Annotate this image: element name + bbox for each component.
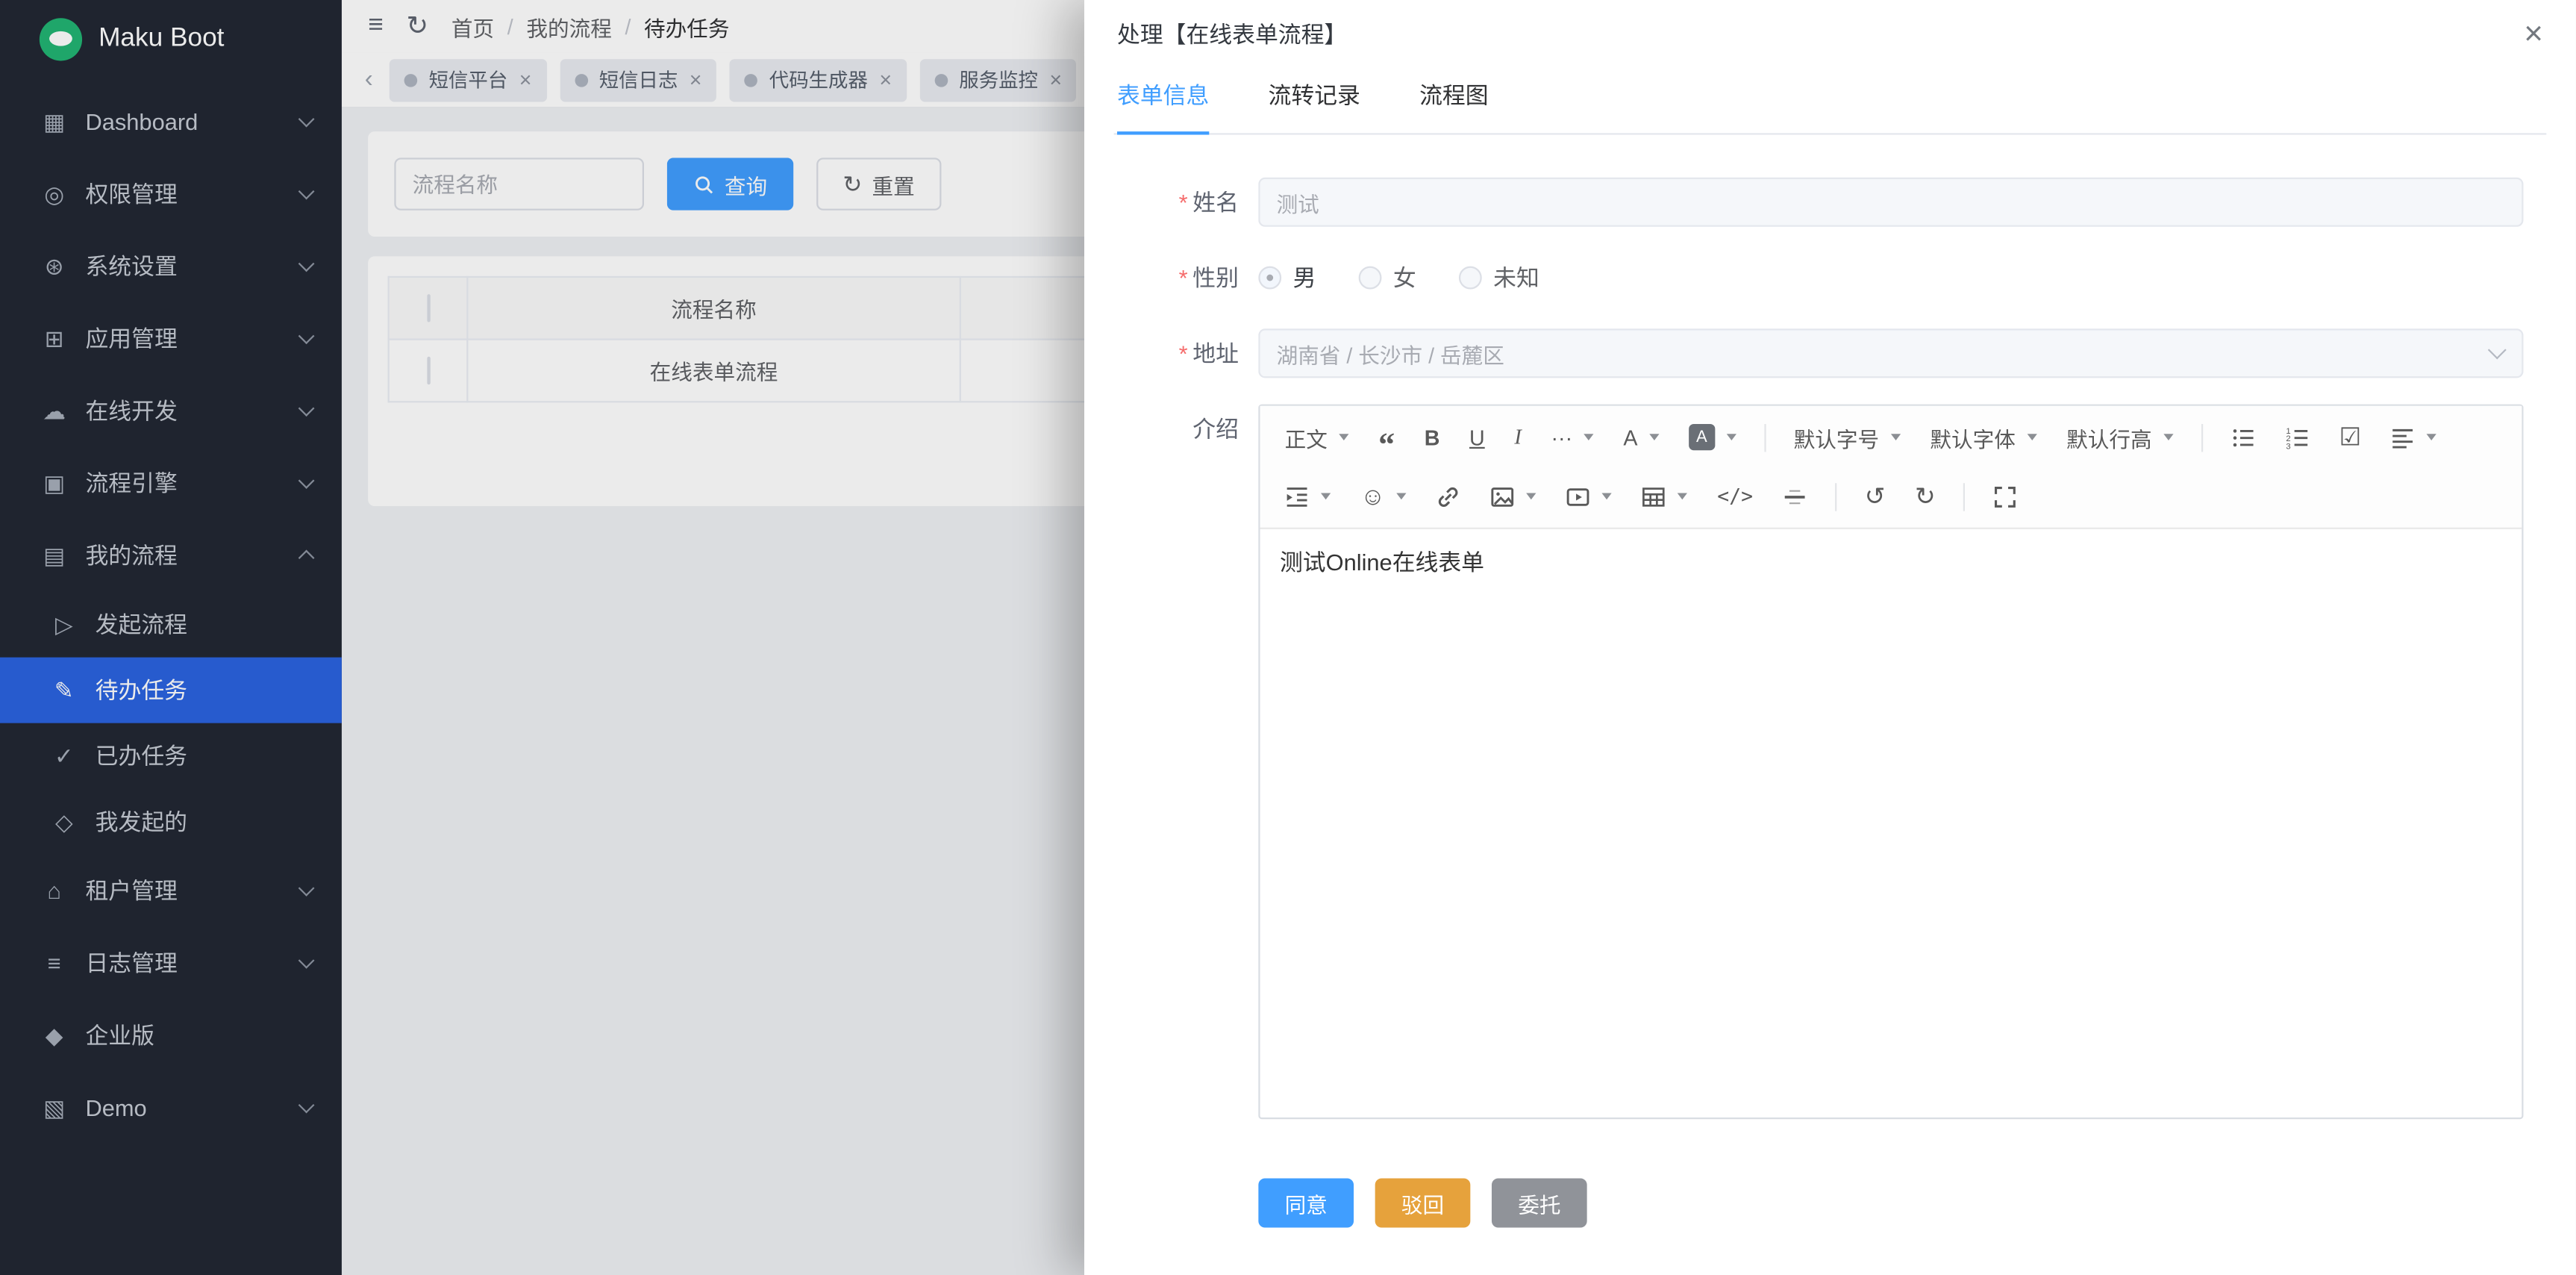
editor-toolbar-row-1: 正文 “ B U I ··· A (1270, 408, 2512, 467)
chevron-down-icon (1602, 493, 1612, 499)
required-asterisk: * (1179, 264, 1188, 290)
drawer-title: 处理【在线表单流程】 (1117, 18, 1347, 51)
radio-label: 女 (1393, 261, 1416, 294)
approve-button[interactable]: 同意 (1258, 1178, 1354, 1227)
address-value: 湖南省 / 长沙市 / 岳麓区 (1258, 328, 2523, 378)
intro-label: 介绍 (1084, 405, 1258, 1120)
font-color-select[interactable]: A (1612, 416, 1671, 458)
chevron-down-icon (1891, 434, 1901, 440)
ordered-list-button[interactable]: 1 2 3 (2274, 416, 2322, 458)
horizontal-rule-icon (1783, 484, 1807, 508)
form-row-gender: *性别 男 女 未知 (1084, 253, 2550, 302)
radio-label: 男 (1293, 261, 1316, 294)
required-asterisk: * (1179, 189, 1188, 215)
video-select[interactable] (1554, 475, 1623, 517)
tab-flow-records[interactable]: 流转记录 (1269, 79, 1360, 134)
toolbar-divider (1764, 423, 1766, 451)
name-field[interactable] (1258, 178, 2523, 227)
rich-text-editor: 正文 “ B U I ··· A (1258, 405, 2523, 1120)
align-icon (2391, 425, 2416, 449)
form-row-address: *地址 湖南省 / 长沙市 / 岳麓区 (1084, 328, 2550, 378)
reject-button[interactable]: 驳回 (1375, 1178, 1471, 1227)
chevron-down-icon (1649, 434, 1659, 440)
chevron-down-icon (2163, 434, 2173, 440)
radio-checked-icon (1258, 266, 1281, 290)
app-window: Maku Boot ▦ Dashboard ◎ 权限管理 ⊛ 系统设置 ⊞ 应用… (0, 0, 2576, 1275)
table-select[interactable] (1631, 475, 1699, 517)
drawer-actions: 同意 驳回 委托 (1084, 1145, 2550, 1227)
blockquote-icon[interactable]: “ (1367, 416, 1407, 458)
task-handle-drawer: 处理【在线表单流程】 × 表单信息 流转记录 流程图 *姓名 *性别 (1084, 0, 2576, 1275)
font-size-select[interactable]: 默认字号 (1782, 416, 1912, 458)
svg-text:3: 3 (2286, 441, 2290, 449)
chevron-down-icon (1339, 434, 1348, 440)
chevron-down-icon (1527, 493, 1536, 499)
required-asterisk: * (1179, 340, 1188, 367)
todo-list-button[interactable]: ☑ (2328, 416, 2372, 458)
font-family-select[interactable]: 默认字体 (1919, 416, 2048, 458)
bullet-list-button[interactable] (2219, 416, 2267, 458)
image-select[interactable] (1479, 475, 1548, 517)
indent-select[interactable] (1273, 475, 1342, 517)
editor-toolbar-row-2: ☺ (1270, 467, 2512, 526)
divider-button[interactable] (1771, 475, 1819, 517)
fullscreen-button[interactable] (1981, 475, 2029, 517)
underline-button[interactable]: U (1458, 416, 1496, 458)
drawer-header: 处理【在线表单流程】 × (1084, 0, 2576, 69)
gender-radio-group: 男 女 未知 (1258, 253, 2523, 302)
delegate-button[interactable]: 委托 (1492, 1178, 1587, 1227)
indent-icon (1285, 484, 1310, 508)
gender-label: *性别 (1084, 253, 1258, 302)
address-label: *地址 (1084, 328, 1258, 378)
chevron-down-icon (1321, 493, 1331, 499)
radio-icon (1359, 266, 1382, 290)
chevron-down-icon (2427, 434, 2436, 440)
toolbar-divider (1835, 482, 1836, 510)
style-select[interactable]: 正文 (1273, 416, 1360, 458)
chevron-down-icon (2027, 434, 2036, 440)
form-row-name: *姓名 (1084, 178, 2550, 227)
video-icon (1566, 484, 1591, 508)
gender-radio-male[interactable]: 男 (1258, 261, 1316, 294)
gender-radio-unknown[interactable]: 未知 (1459, 261, 1539, 294)
chevron-down-icon (1726, 434, 1736, 440)
ordered-list-icon: 1 2 3 (2285, 425, 2310, 449)
line-height-select[interactable]: 默认行高 (2055, 416, 2185, 458)
chevron-down-icon (1584, 434, 1594, 440)
form-info-panel: *姓名 *性别 男 女 (1084, 135, 2576, 1228)
fullscreen-icon (1993, 484, 2018, 508)
editor-toolbar: 正文 “ B U I ··· A (1260, 406, 2522, 529)
bold-button[interactable]: B (1413, 416, 1451, 458)
code-block-button[interactable]: </> (1706, 475, 1765, 517)
tab-flow-diagram[interactable]: 流程图 (1419, 79, 1488, 134)
toolbar-divider (1963, 482, 1965, 510)
editor-content[interactable]: 测试Online在线表单 (1260, 529, 2522, 1117)
close-icon[interactable]: × (2524, 18, 2543, 51)
link-icon (1437, 484, 1461, 508)
chevron-down-icon (1397, 493, 1407, 499)
emoji-icon: ☺ (1360, 484, 1386, 508)
bg-color-select[interactable]: A (1677, 416, 1748, 458)
emoji-select[interactable]: ☺ (1348, 475, 1418, 517)
drawer-tabs: 表单信息 流转记录 流程图 (1114, 75, 2547, 134)
more-styles-select[interactable]: ··· (1539, 416, 1605, 458)
gender-radio-female[interactable]: 女 (1359, 261, 1416, 294)
redo-button[interactable]: ↻ (1904, 475, 1948, 517)
bullet-list-icon (2230, 425, 2255, 449)
form-row-intro: 介绍 正文 “ B U I (1084, 405, 2550, 1120)
bg-color-icon: A (1689, 424, 1715, 450)
tab-form-info[interactable]: 表单信息 (1117, 79, 1209, 134)
radio-label: 未知 (1493, 261, 1539, 294)
radio-icon (1459, 266, 1482, 290)
align-select[interactable] (2379, 416, 2448, 458)
chevron-down-icon (1678, 493, 1687, 499)
italic-button[interactable]: I (1503, 416, 1533, 458)
table-icon (1642, 484, 1666, 508)
address-cascader[interactable]: 湖南省 / 长沙市 / 岳麓区 (1258, 328, 2523, 378)
image-icon (1490, 484, 1515, 508)
toolbar-divider (2201, 423, 2203, 451)
link-button[interactable] (1425, 475, 1472, 517)
name-label: *姓名 (1084, 178, 1258, 227)
undo-button[interactable]: ↺ (1853, 475, 1897, 517)
